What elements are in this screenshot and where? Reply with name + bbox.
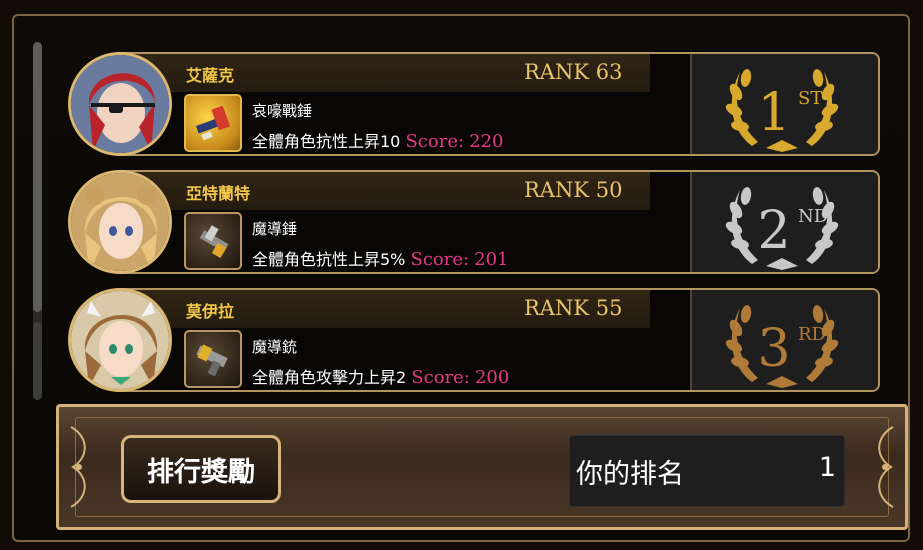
score-value: 220 bbox=[469, 131, 504, 152]
place-suffix: ST bbox=[798, 88, 822, 109]
player-name: 艾薩克 bbox=[186, 66, 235, 85]
item-effect: 全體角色抗性上昇10 Score: 220 bbox=[252, 128, 504, 152]
place-number: 2 bbox=[757, 201, 790, 261]
effect-text: 全體角色抗性上昇5% bbox=[252, 250, 406, 269]
player-rank: RANK 63 bbox=[524, 60, 623, 84]
footer-panel: 排行獎勵 你的排名 1 bbox=[56, 404, 908, 530]
item-name: 魔導銃 bbox=[252, 338, 298, 356]
ranking-row-1[interactable]: 艾薩克 RANK 63 哀嚎戰錘 全體角色抗性上昇10 Score: 220 1… bbox=[68, 52, 880, 156]
avatar[interactable] bbox=[68, 288, 172, 392]
item-name: 哀嚎戰錘 bbox=[252, 102, 313, 120]
my-rank-box: 你的排名 1 bbox=[569, 435, 845, 507]
magic-gun-icon[interactable] bbox=[184, 330, 242, 388]
score-value: 200 bbox=[474, 367, 510, 388]
ornament-left-icon bbox=[70, 426, 86, 508]
score-value: 201 bbox=[474, 249, 509, 270]
avatar[interactable] bbox=[68, 170, 172, 274]
player-name: 莫伊拉 bbox=[186, 302, 235, 321]
third-place-laurel-icon: 3 RD bbox=[725, 305, 839, 388]
player-name: 亞特蘭特 bbox=[186, 184, 251, 203]
player-rank: RANK 50 bbox=[524, 178, 623, 202]
item-name: 魔導錘 bbox=[252, 220, 298, 238]
effect-text: 全體角色攻擊力上昇2 bbox=[252, 368, 407, 387]
scroll-track-lower bbox=[33, 322, 42, 400]
item-effect: 全體角色攻擊力上昇2 Score: 200 bbox=[252, 364, 509, 388]
place-suffix: ND bbox=[798, 206, 828, 227]
ranking-panel: 亞特蘭特 RANK 50 魔導錘 全體角色抗性上昇5% Score: 201 2… bbox=[110, 170, 880, 274]
first-place-laurel-icon: 1 ST bbox=[725, 69, 839, 152]
second-place-laurel-icon: 2 ND bbox=[725, 187, 839, 270]
my-rank-value: 1 bbox=[818, 452, 836, 483]
avatar[interactable] bbox=[68, 52, 172, 156]
place-number: 1 bbox=[757, 83, 790, 143]
player-rank: RANK 55 bbox=[524, 296, 623, 320]
ranking-row-2[interactable]: 亞特蘭特 RANK 50 魔導錘 全體角色抗性上昇5% Score: 201 2… bbox=[68, 170, 880, 274]
scrollbar[interactable] bbox=[33, 42, 42, 400]
score-label: Score: bbox=[411, 367, 470, 388]
hammer-icon[interactable] bbox=[184, 94, 242, 152]
my-rank-label: 你的排名 bbox=[576, 459, 684, 490]
score-label: Score: bbox=[410, 249, 470, 270]
place-number: 3 bbox=[757, 319, 790, 379]
scroll-thumb[interactable] bbox=[33, 42, 42, 312]
ranking-reward-button[interactable]: 排行獎勵 bbox=[121, 435, 281, 503]
effect-text: 全體角色抗性上昇10 bbox=[252, 132, 401, 151]
score-label: Score: bbox=[405, 131, 465, 152]
ranking-panel: 莫伊拉 RANK 55 魔導銃 全體角色攻擊力上昇2 Score: 200 3 … bbox=[110, 288, 880, 392]
ranking-row-3[interactable]: 莫伊拉 RANK 55 魔導銃 全體角色攻擊力上昇2 Score: 200 3 … bbox=[68, 288, 880, 392]
item-effect: 全體角色抗性上昇5% Score: 201 bbox=[252, 246, 509, 270]
ornament-right-icon bbox=[878, 426, 894, 508]
ranking-panel: 艾薩克 RANK 63 哀嚎戰錘 全體角色抗性上昇10 Score: 220 1… bbox=[110, 52, 880, 156]
place-suffix: RD bbox=[798, 324, 826, 345]
magic-hammer-icon[interactable] bbox=[184, 212, 242, 270]
